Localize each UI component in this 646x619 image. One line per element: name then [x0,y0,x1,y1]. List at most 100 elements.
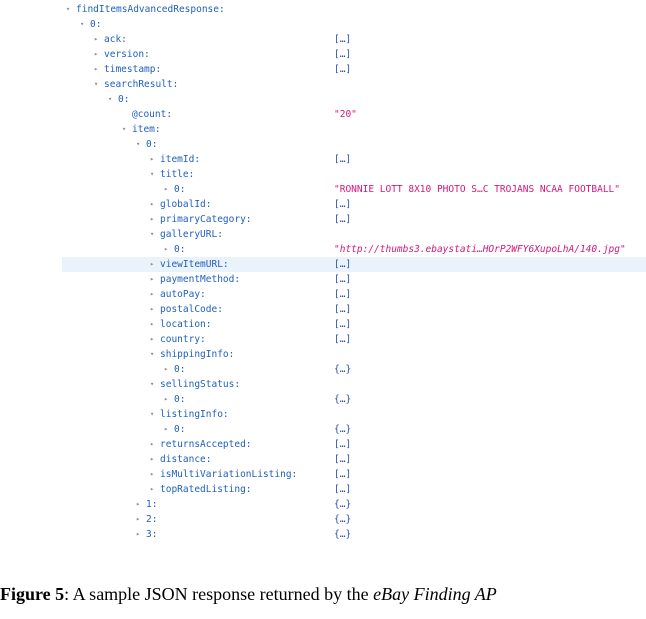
collapse-arrow-icon[interactable]: ▸ [150,317,154,332]
collapse-arrow-icon[interactable]: ▸ [150,332,154,347]
tree-key: findItemsAdvancedResponse: [76,4,225,15]
tree-collapsed-value[interactable]: […] [334,317,351,332]
collapse-arrow-icon[interactable]: ▸ [150,197,154,212]
expand-arrow-icon[interactable]: ▾ [150,347,154,362]
tree-collapsed-value[interactable]: […] [334,332,351,347]
expand-arrow-icon[interactable]: ▾ [122,122,126,137]
tree-collapsed-value[interactable]: […] [334,467,351,482]
collapse-arrow-icon[interactable]: ▸ [164,182,168,197]
collapse-arrow-icon[interactable]: ▸ [150,287,154,302]
tree-row[interactable]: ▸ isMultiVariationListing: […] [0,467,646,482]
expand-arrow-icon[interactable]: ▾ [150,227,154,242]
tree-row[interactable]: ▸ 1: {…} [0,497,646,512]
collapse-arrow-icon[interactable]: ▸ [150,452,154,467]
tree-collapsed-value[interactable]: […] [334,482,351,497]
collapse-arrow-icon[interactable]: ▸ [94,62,98,77]
tree-collapsed-value[interactable]: {…} [334,527,351,542]
collapse-arrow-icon[interactable]: ▸ [94,32,98,47]
tree-collapsed-value[interactable]: {…} [334,422,351,437]
expand-arrow-icon[interactable]: ▾ [150,167,154,182]
expand-arrow-icon[interactable]: ▾ [94,77,98,92]
tree-key: autoPay: [160,289,206,300]
expand-arrow-icon[interactable]: ▾ [66,2,70,17]
collapse-arrow-icon[interactable]: ▸ [164,392,168,407]
tree-collapsed-value[interactable]: […] [334,152,351,167]
collapse-arrow-icon[interactable]: ▸ [150,437,154,452]
collapse-arrow-icon[interactable]: ▸ [164,422,168,437]
collapse-arrow-icon[interactable]: ▸ [150,302,154,317]
tree-collapsed-value[interactable]: {…} [334,512,351,527]
tree-row[interactable]: ▾ listingInfo: [0,407,646,422]
tree-row[interactable]: ▸ postalCode: […] [0,302,646,317]
collapse-arrow-icon[interactable]: ▸ [150,212,154,227]
tree-row[interactable]: ▸ version: […] [0,47,646,62]
tree-collapsed-value[interactable]: […] [334,212,351,227]
expand-arrow-icon[interactable]: ▾ [80,17,84,32]
tree-row[interactable]: ▸ 0: {…} [0,422,646,437]
tree-collapsed-value[interactable]: {…} [334,392,351,407]
tree-row[interactable]: ▾ title: [0,167,646,182]
tree-row[interactable]: ▸ distance: […] [0,452,646,467]
tree-collapsed-value[interactable]: […] [334,62,351,77]
tree-row[interactable]: ▸ globalId: […] [0,197,646,212]
tree-row[interactable]: ▸ returnsAccepted: […] [0,437,646,452]
tree-row[interactable]: ▸ 0: "http://thumbs3.ebaystati…HOrP2WFY6Xu… [0,242,646,257]
tree-row[interactable]: ▸ ack: […] [0,32,646,47]
tree-collapsed-value[interactable]: […] [334,197,351,212]
tree-row[interactable]: @count: "20" [0,107,646,122]
collapse-arrow-icon[interactable]: ▸ [150,257,154,272]
tree-row[interactable]: ▸ country: […] [0,332,646,347]
tree-row[interactable]: ▸ itemId: […] [0,152,646,167]
tree-collapsed-value[interactable]: […] [334,287,351,302]
collapse-arrow-icon[interactable]: ▸ [150,152,154,167]
tree-collapsed-value[interactable]: {…} [334,362,351,377]
tree-row[interactable]: ▸ location: […] [0,317,646,332]
tree-row[interactable]: ▾ 0: [0,137,646,152]
expand-arrow-icon[interactable]: ▾ [136,137,140,152]
expand-arrow-icon[interactable]: ▾ [108,92,112,107]
tree-row[interactable]: ▸ 3: {…} [0,527,646,542]
tree-row-selected[interactable]: ▸ viewItemURL: […] [62,257,646,272]
collapse-arrow-icon[interactable]: ▸ [136,497,140,512]
tree-row[interactable]: ▾ shippingInfo: [0,347,646,362]
tree-row[interactable]: ▸ paymentMethod: […] [0,272,646,287]
tree-collapsed-value[interactable]: […] [334,302,351,317]
collapse-arrow-icon[interactable]: ▸ [136,512,140,527]
collapse-arrow-icon[interactable]: ▸ [94,47,98,62]
tree-row[interactable]: ▾ galleryURL: [0,227,646,242]
collapse-arrow-icon[interactable]: ▸ [150,272,154,287]
tree-key: @count: [132,109,173,120]
tree-collapsed-value[interactable]: […] [334,47,351,62]
tree-row[interactable]: ▾ searchResult: [0,77,646,92]
tree-row[interactable]: ▸ 0: {…} [0,392,646,407]
expand-arrow-icon[interactable]: ▾ [150,407,154,422]
tree-string-value: "RONNIE LOTT 8X10 PHOTO S…C TROJANS NCAA… [334,184,620,195]
expand-arrow-icon[interactable]: ▾ [150,377,154,392]
collapse-arrow-icon[interactable]: ▸ [164,362,168,377]
tree-row[interactable]: ▸ 0: {…} [0,362,646,377]
tree-collapsed-value[interactable]: […] [334,437,351,452]
tree-row[interactable]: ▸ topRatedListing: […] [0,482,646,497]
tree-collapsed-value[interactable]: {…} [334,497,351,512]
collapse-arrow-icon[interactable]: ▸ [164,242,168,257]
tree-row[interactable]: ▾ findItemsAdvancedResponse: [0,2,646,17]
tree-row[interactable]: ▸ timestamp: […] [0,62,646,77]
tree-row[interactable]: ▾ item: [0,122,646,137]
tree-collapsed-value[interactable]: […] [334,272,351,287]
tree-row[interactable]: ▸ autoPay: […] [0,287,646,302]
tree-row[interactable]: ▸ 2: {…} [0,512,646,527]
collapse-arrow-icon[interactable]: ▸ [150,467,154,482]
tree-collapsed-value[interactable]: […] [334,32,351,47]
tree-row[interactable]: ▾ sellingStatus: [0,377,646,392]
figure-caption: Figure 5: A sample JSON response returne… [0,584,646,612]
tree-collapsed-value[interactable]: […] [334,257,351,272]
tree-collapsed-value[interactable]: […] [334,452,351,467]
tree-row[interactable]: ▾ 0: [0,92,646,107]
tree-row[interactable]: ▾ 0: [0,17,646,32]
collapse-arrow-icon[interactable]: ▸ [136,527,140,542]
tree-row[interactable]: ▸ 0: "RONNIE LOTT 8X10 PHOTO S…C TROJANS N… [0,182,646,197]
caption-text: : A sample JSON response returned by the [64,584,374,604]
tree-row[interactable]: ▸ primaryCategory: […] [0,212,646,227]
collapse-arrow-icon[interactable]: ▸ [150,482,154,497]
tree-key: listingInfo: [160,409,229,420]
